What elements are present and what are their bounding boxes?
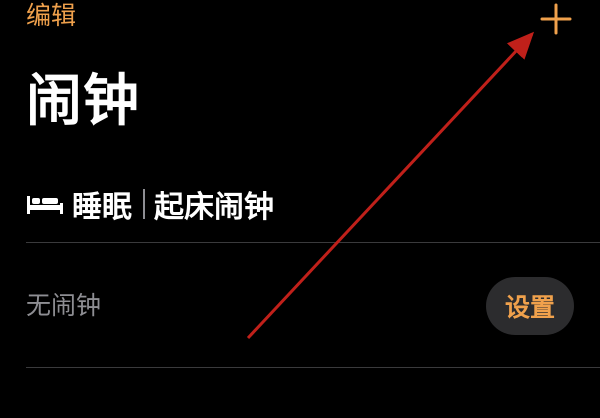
wake-alarm-label: 起床闹钟 <box>154 190 274 225</box>
set-sleep-alarm-button[interactable]: 设置 <box>486 277 574 335</box>
separator-line <box>26 367 600 368</box>
section-divider <box>143 189 145 219</box>
add-alarm-button[interactable] <box>538 2 574 36</box>
sleep-label: 睡眠 <box>72 190 132 225</box>
no-alarm-text: 无闹钟 <box>26 291 102 320</box>
separator-line <box>26 242 600 243</box>
bed-icon <box>27 196 63 214</box>
page-title: 闹钟 <box>26 69 140 134</box>
edit-button[interactable]: 编辑 <box>26 0 76 32</box>
plus-icon <box>540 3 572 35</box>
sleep-section-header: 睡眠 起床闹钟 <box>26 182 274 226</box>
